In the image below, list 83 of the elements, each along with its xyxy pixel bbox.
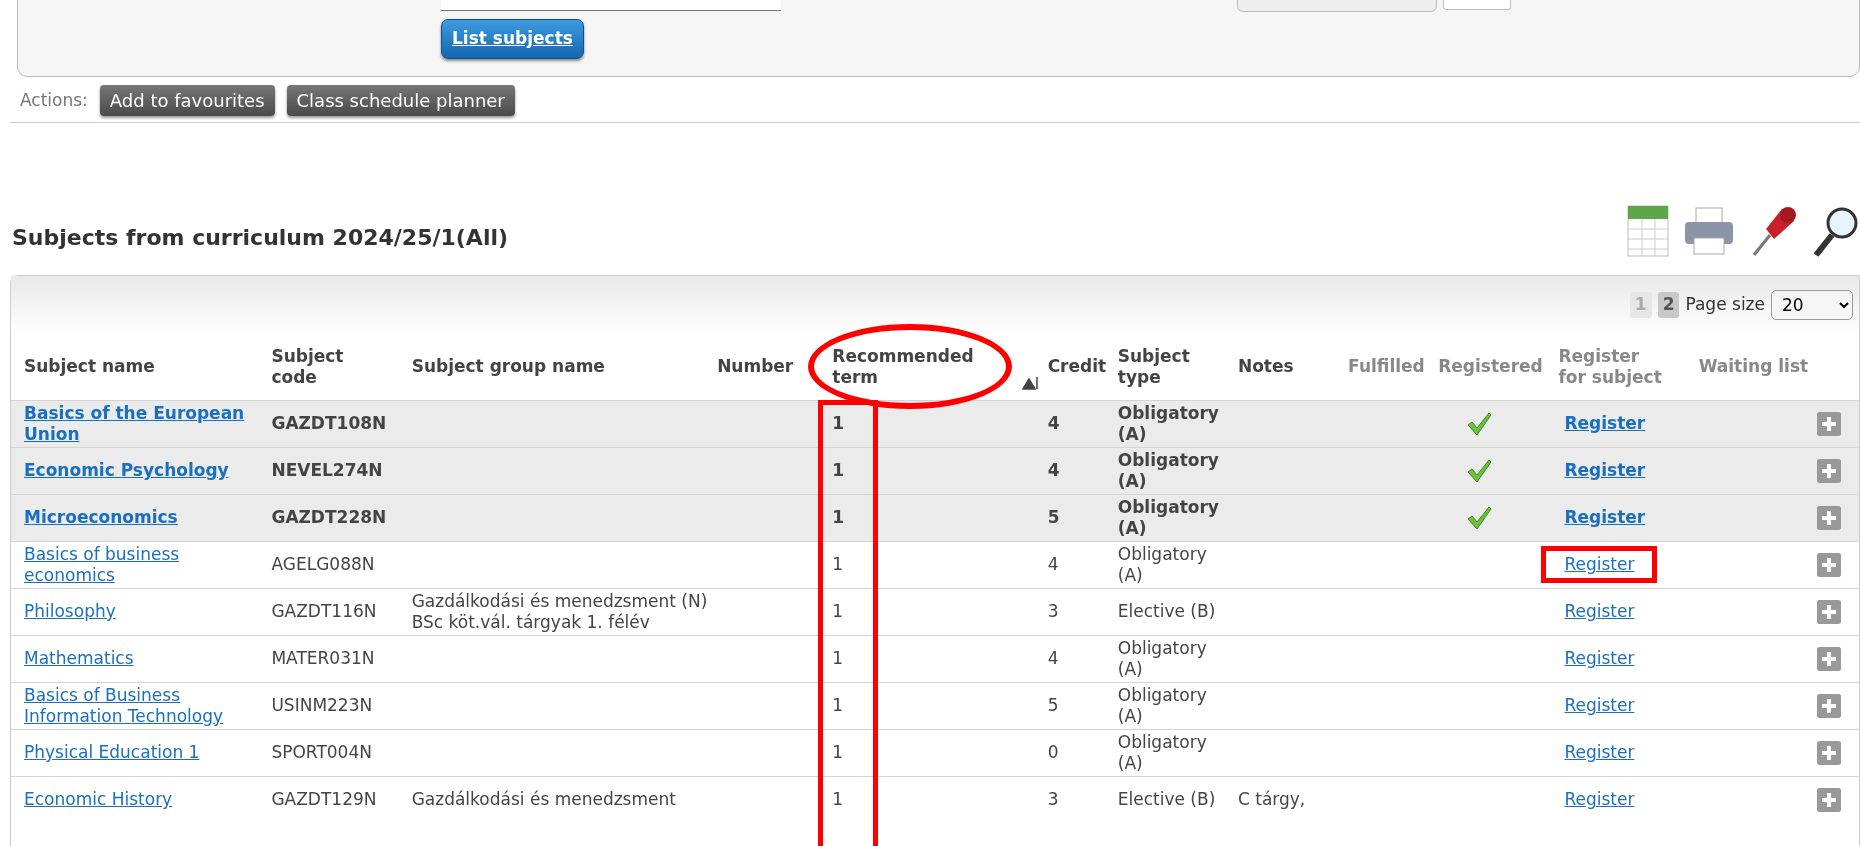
table-cell: USINM223N <box>271 695 373 716</box>
column-header[interactable]: Subject name <box>24 356 155 378</box>
table-cell: SPORT004N <box>271 742 372 763</box>
page-size-select[interactable]: 20 <box>1771 290 1853 320</box>
table-cell: 1 <box>832 601 844 622</box>
column-header[interactable]: Subject code <box>271 345 382 388</box>
table-cell-text: Obligatory (A) <box>1117 684 1208 727</box>
register-link[interactable]: Register <box>1564 648 1635 669</box>
table-cell: 1 <box>832 554 844 575</box>
register-link[interactable]: Register <box>1564 742 1635 763</box>
subject-link[interactable]: Mathematics <box>24 648 134 669</box>
sort-ascending-icon[interactable] <box>1021 376 1040 390</box>
action-button[interactable]: Class schedule planner <box>286 85 515 116</box>
add-button[interactable] <box>1817 411 1841 436</box>
page-button[interactable]: 2 <box>1657 292 1680 318</box>
add-button[interactable] <box>1817 552 1841 577</box>
action-button[interactable]: Add to favourites <box>99 85 275 116</box>
register-link[interactable]: Register <box>1564 695 1635 716</box>
subject-link[interactable]: Economic History <box>24 789 173 811</box>
printer-icon[interactable] <box>1682 206 1736 256</box>
table-cell: GAZDT228N <box>271 507 387 528</box>
table-cell-text: Obligatory (A) <box>1117 637 1208 680</box>
subject-link[interactable]: Physical Education 1 <box>24 742 200 763</box>
add-button[interactable] <box>1817 646 1841 671</box>
table-cell: 1 <box>832 648 844 669</box>
column-header[interactable]: Number <box>717 356 794 378</box>
table-cell: 1 <box>832 413 845 434</box>
add-button[interactable] <box>1817 599 1841 624</box>
column-header[interactable]: Subject type <box>1117 345 1208 388</box>
table-cell: Elective (B) <box>1117 789 1216 811</box>
table-cell: 4 <box>1047 413 1060 434</box>
table-cell: 1 <box>832 507 845 528</box>
table-cell: 3 <box>1047 601 1059 622</box>
subject-link[interactable]: Basics of Business Information Technology <box>24 684 268 727</box>
add-button[interactable] <box>1817 505 1841 530</box>
table-cell: GAZDT116N <box>271 601 377 622</box>
table-cell-text: Obligatory (A) <box>1117 731 1208 774</box>
table-cell-text: Obligatory (A) <box>1117 449 1220 492</box>
column-header[interactable]: Subject group name <box>411 356 605 378</box>
table-cell: Elective (B) <box>1117 601 1216 622</box>
register-link[interactable]: Register <box>1564 601 1635 622</box>
column-header[interactable]: Credit <box>1047 356 1107 378</box>
add-button[interactable] <box>1817 693 1841 718</box>
actions-label: Actions: <box>20 88 88 112</box>
add-button[interactable] <box>1817 458 1841 483</box>
table-cell-text: Obligatory (A) <box>1117 543 1208 586</box>
column-header[interactable]: Registered <box>1438 356 1543 378</box>
table-cell: GAZDT108N <box>271 413 387 434</box>
table-cell: 4 <box>1047 648 1059 669</box>
add-button[interactable] <box>1817 740 1841 765</box>
table-cell: 0 <box>1047 742 1059 763</box>
table-cell: 1 <box>832 695 844 716</box>
register-link[interactable]: Register <box>1541 546 1658 583</box>
column-header[interactable]: Recommended term <box>832 345 1018 388</box>
table-cell-text: Gazdálkodási és menedzsment (N) BSc köt.vál. tárgyak 1. félév <box>411 590 709 633</box>
section-title: Subjects from curriculum 2024/25/1(All) <box>12 224 509 251</box>
column-header[interactable]: Waiting list <box>1698 356 1809 378</box>
table-cell: NEVEL274N <box>271 460 383 481</box>
table-cell-text: Obligatory (A) <box>1117 402 1220 445</box>
table-cell: AGELG088N <box>271 554 375 575</box>
subject-link[interactable]: Philosophy <box>24 601 116 622</box>
subject-link[interactable]: Basics of business economics <box>24 543 268 586</box>
table-cell: 4 <box>1047 554 1059 575</box>
column-header[interactable]: Register for subject <box>1558 345 1669 388</box>
spreadsheet-icon[interactable] <box>1626 204 1670 258</box>
list-subjects-button[interactable]: List subjects <box>441 19 584 59</box>
table-cell: 1 <box>832 789 844 811</box>
column-header[interactable]: Notes <box>1237 356 1294 378</box>
table-cell: MATER031N <box>271 648 375 669</box>
table-cell: 1 <box>832 460 845 481</box>
table-cell: 5 <box>1047 695 1059 716</box>
table-cell: 1 <box>832 742 844 763</box>
table-cell: Gazdálkodási és menedzsment <box>411 789 676 811</box>
table-cell: 5 <box>1047 507 1060 528</box>
table-cell: 3 <box>1047 789 1059 811</box>
table-cell: C tárgy, <box>1237 789 1306 811</box>
column-header[interactable]: Fulfilled <box>1348 356 1425 378</box>
table-cell: GAZDT129N <box>271 789 377 811</box>
table-cell: 4 <box>1047 460 1060 481</box>
table-cell-text: Obligatory (A) <box>1117 496 1220 539</box>
page-size-label: Page size <box>1685 293 1765 317</box>
add-button[interactable] <box>1817 787 1841 812</box>
register-link[interactable]: Register <box>1564 789 1635 811</box>
